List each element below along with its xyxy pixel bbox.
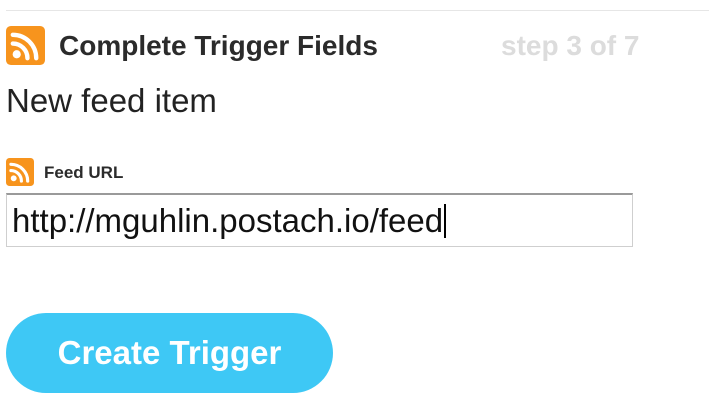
rss-icon (6, 158, 34, 186)
page-title: Complete Trigger Fields (59, 30, 378, 61)
feed-url-value[interactable]: http://mguhlin.postach.io/feed (12, 202, 443, 239)
trigger-name: New feed item (6, 82, 217, 119)
text-caret (444, 204, 447, 239)
feed-url-label: Feed URL (44, 163, 124, 182)
feed-url-value-wrap[interactable]: http://mguhlin.postach.io/feed (12, 201, 447, 241)
step-header: Complete Trigger Fields step 3 of 7 (6, 26, 709, 66)
rss-icon (6, 26, 45, 65)
top-divider (6, 10, 709, 11)
create-trigger-button[interactable]: Create Trigger (6, 313, 333, 393)
feed-url-input[interactable]: http://mguhlin.postach.io/feed (6, 193, 633, 247)
step-indicator: step 3 of 7 (501, 30, 640, 61)
